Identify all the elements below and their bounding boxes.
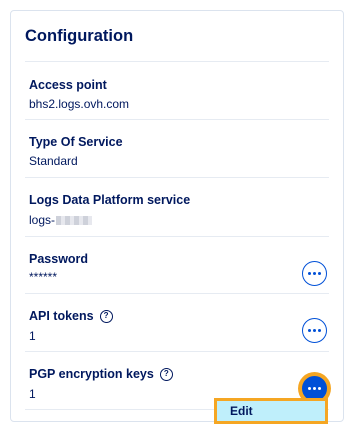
row-access-point: Access point bhs2.logs.ovh.com: [25, 62, 329, 120]
password-value: ******: [29, 270, 58, 284]
pgp-keys-value: 1: [29, 387, 36, 401]
card-title: Configuration: [25, 27, 134, 45]
api-tokens-value: 1: [29, 329, 36, 343]
row-type-of-service: Type Of Service Standard: [25, 119, 329, 178]
type-of-service-value: Standard: [29, 154, 78, 168]
more-icon: [308, 329, 321, 332]
password-label: Password: [29, 252, 89, 266]
actions-menu: Edit: [214, 398, 328, 424]
row-api-tokens: API tokens ? 1: [25, 293, 329, 352]
ldp-service-value: logs-: [29, 213, 93, 227]
api-tokens-label-wrap: API tokens ?: [29, 309, 113, 323]
ldp-service-value-text: logs-: [29, 213, 56, 227]
pgp-keys-label: PGP encryption keys: [29, 367, 154, 381]
password-more-button[interactable]: [302, 261, 327, 286]
api-tokens-more-button[interactable]: [302, 318, 327, 343]
more-icon: [308, 387, 321, 390]
api-tokens-label: API tokens: [29, 309, 94, 323]
type-of-service-label: Type Of Service: [29, 135, 123, 149]
help-icon[interactable]: ?: [159, 367, 173, 381]
help-icon[interactable]: ?: [99, 309, 113, 323]
access-point-label: Access point: [29, 78, 107, 92]
access-point-value: bhs2.logs.ovh.com: [29, 97, 130, 111]
redacted-blur: [56, 216, 93, 226]
ldp-service-label: Logs Data Platform service: [29, 193, 191, 207]
more-icon: [308, 272, 321, 275]
configuration-card: Configuration Access point bhs2.logs.ovh…: [10, 10, 344, 422]
edit-menu-item[interactable]: Edit: [230, 404, 253, 418]
row-ldp-service: Logs Data Platform service logs-: [25, 177, 329, 237]
pgp-keys-label-wrap: PGP encryption keys ?: [29, 367, 173, 381]
row-password: Password ******: [25, 236, 329, 294]
